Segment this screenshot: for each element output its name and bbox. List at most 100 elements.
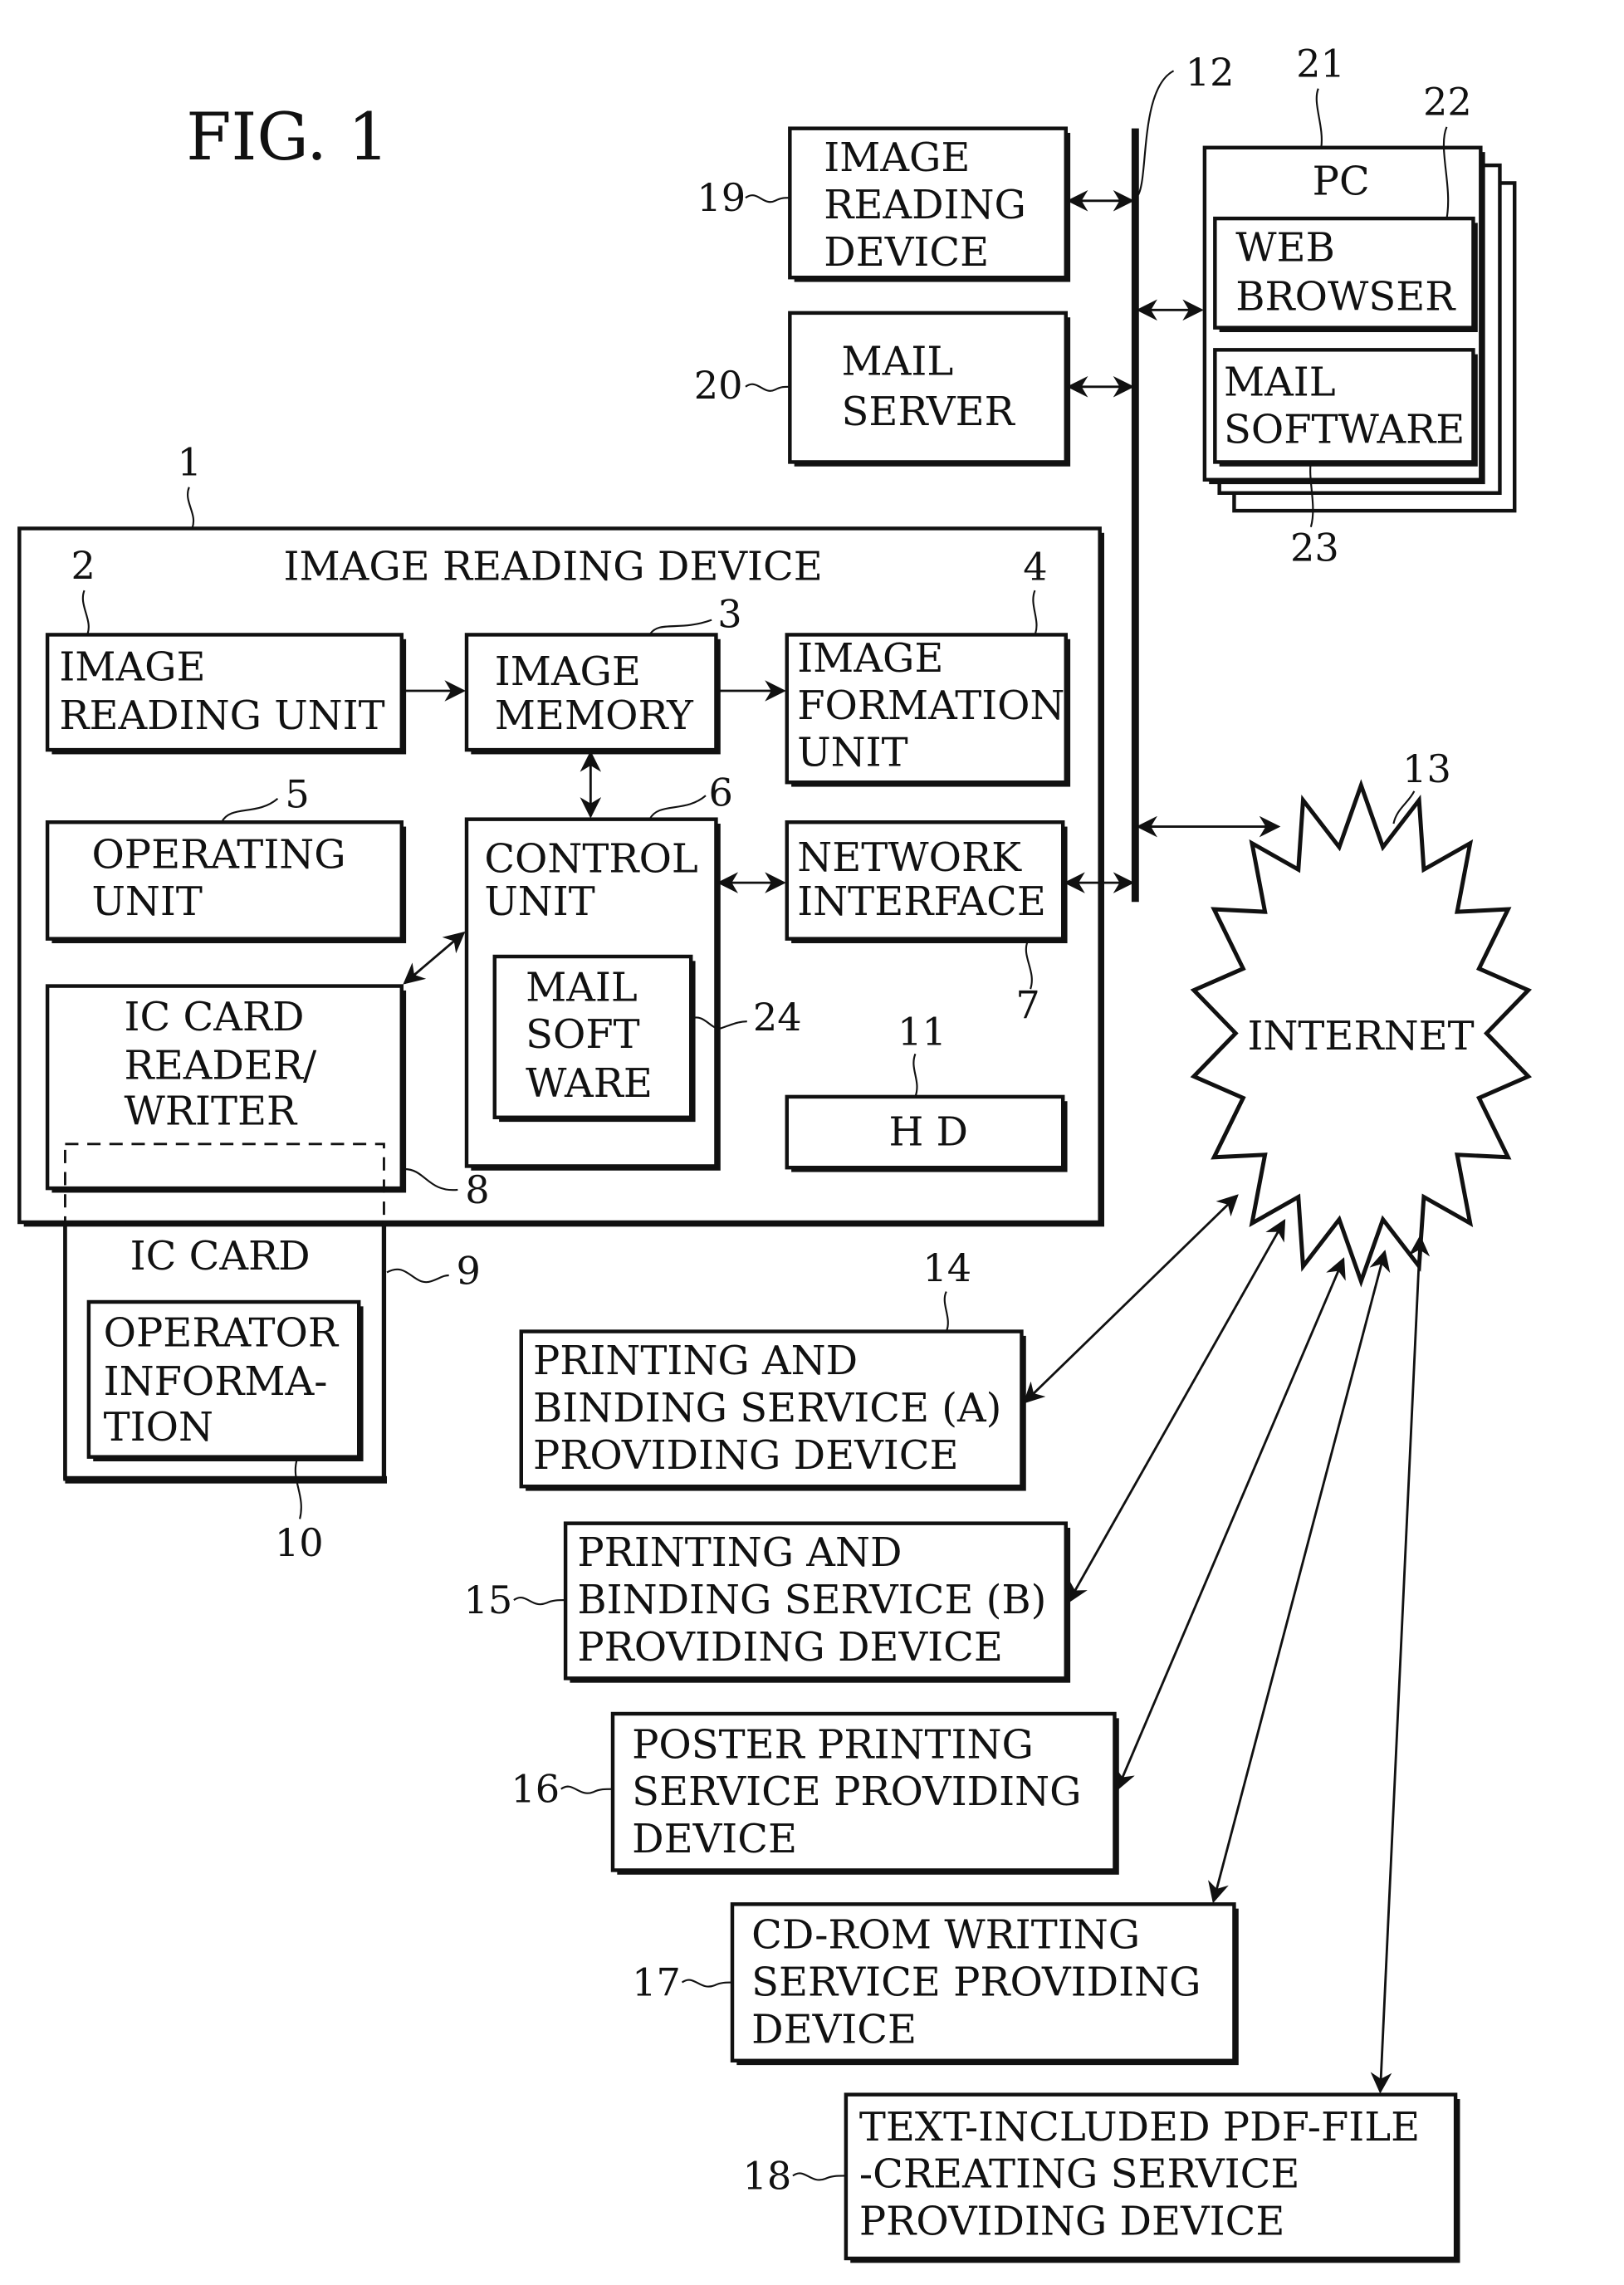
figure-title: FIG. 1 — [186, 100, 389, 175]
control-unit-6: CONTROL UNIT MAIL SOFT WARE — [464, 817, 721, 1171]
ref-16: 16 — [511, 1767, 560, 1812]
service-device-15: PRINTING AND BINDING SERVICE (B) PROVIDI… — [563, 1521, 1071, 1683]
mail-soft-ware-line: MAIL — [526, 964, 638, 1010]
ref-24: 24 — [753, 995, 802, 1040]
service-18-line: -CREATING SERVICE — [859, 2151, 1299, 2198]
service-14-line: PROVIDING DEVICE — [533, 1432, 959, 1479]
pc-stack-21: PC WEB BROWSER MAIL SOFTWARE — [1202, 145, 1517, 513]
operating-unit-5: OPERATING UNIT — [45, 820, 407, 943]
leader-21 — [1315, 88, 1323, 148]
service-device-14: PRINTING AND BINDING SERVICE (A) PROVIDI… — [519, 1329, 1026, 1491]
arrow-15-internet — [1068, 1218, 1286, 1604]
internet-cloud-13: INTERNET — [1190, 779, 1533, 1288]
pc-label: PC — [1313, 159, 1370, 205]
operating-unit-line: UNIT — [91, 878, 202, 925]
service-16-line: SERVICE PROVIDING — [632, 1769, 1081, 1815]
figure-canvas: FIG. 1 12 IMAGE READING DEVICE 1 9 MAIL S… — [17, 41, 1533, 2263]
service-18-line: TEXT-INCLUDED PDF-FILE — [859, 2104, 1420, 2150]
arrow-17-internet — [1208, 1250, 1391, 1904]
leader-9 — [386, 1268, 449, 1284]
device-19-line: IMAGE — [824, 135, 970, 181]
ref-9: 9 — [457, 1249, 481, 1294]
ref-11: 11 — [898, 1010, 947, 1054]
ref-12: 12 — [1186, 50, 1235, 95]
service-17-line: DEVICE — [751, 2006, 917, 2053]
ref-15: 15 — [463, 1578, 512, 1622]
control-unit-line: CONTROL — [484, 836, 697, 883]
leader-19 — [745, 194, 790, 203]
arrow-16-internet — [1115, 1257, 1346, 1792]
image-reading-unit-line: READING UNIT — [59, 692, 384, 739]
leader-20 — [745, 383, 790, 392]
mail-server-line: SERVER — [842, 389, 1016, 435]
leader-17 — [681, 1979, 733, 1988]
operating-unit-line: OPERATING — [91, 831, 345, 878]
image-reading-unit-2: IMAGE READING UNIT — [45, 633, 407, 755]
ic-card-label: IC CARD — [130, 1233, 311, 1280]
ref-18: 18 — [742, 2153, 791, 2198]
image-formation-line: IMAGE — [797, 635, 943, 682]
ic-card-rw-line: IC CARD — [125, 994, 305, 1040]
service-14-line: PRINTING AND — [533, 1338, 858, 1384]
ref-7: 7 — [1015, 983, 1039, 1028]
image-memory-line: MEMORY — [495, 692, 694, 739]
ref-22: 22 — [1423, 80, 1472, 125]
mail-server-line: MAIL — [842, 339, 954, 385]
pc-mail-software-line: SOFTWARE — [1224, 406, 1465, 453]
mail-server-20: MAIL SERVER — [788, 311, 1071, 467]
ref-20: 20 — [694, 363, 743, 408]
ref-4: 4 — [1023, 545, 1047, 590]
leader-18 — [792, 2172, 846, 2181]
hd-label: H D — [888, 1109, 968, 1156]
device-19-line: READING — [824, 182, 1026, 228]
service-device-16: POSTER PRINTING SERVICE PROVIDING DEVICE — [610, 1711, 1119, 1875]
bus-leader — [1137, 70, 1175, 196]
image-reading-unit-line: IMAGE — [59, 644, 205, 691]
pc-mail-software-line: MAIL — [1224, 359, 1336, 405]
network-interface-line: INTERFACE — [797, 878, 1046, 925]
ic-card-reader-writer-8: IC CARD READER/ WRITER — [45, 984, 407, 1193]
control-unit-line: UNIT — [484, 878, 594, 925]
service-15-line: BINDING SERVICE (B) — [577, 1577, 1046, 1623]
mail-soft-ware-line: WARE — [526, 1060, 653, 1107]
image-reading-device-19: IMAGE READING DEVICE — [788, 126, 1071, 282]
network-interface-line: NETWORK — [797, 834, 1022, 881]
ref-3: 3 — [717, 592, 741, 637]
leader-15 — [513, 1597, 566, 1606]
ref-1: 1 — [178, 439, 202, 484]
image-formation-unit-4: IMAGE FORMATION UNIT — [785, 633, 1071, 787]
hard-disk-11: H D — [785, 1094, 1068, 1172]
ref-13: 13 — [1402, 746, 1451, 791]
service-17-line: CD-ROM WRITING — [751, 1912, 1140, 1959]
service-14-line: BINDING SERVICE (A) — [533, 1385, 1001, 1431]
service-device-17: CD-ROM WRITING SERVICE PROVIDING DEVICE — [730, 1902, 1239, 2066]
device-19-line: DEVICE — [824, 229, 989, 276]
leader-14 — [943, 1291, 949, 1332]
service-18-line: PROVIDING DEVICE — [859, 2199, 1285, 2245]
service-15-line: PROVIDING DEVICE — [577, 1624, 1003, 1671]
image-memory-line: IMAGE — [495, 648, 641, 695]
leader-1 — [187, 487, 194, 529]
ref-14: 14 — [922, 1245, 971, 1290]
leader-10 — [294, 1459, 302, 1519]
web-browser-line: BROWSER — [1235, 273, 1456, 320]
internet-label: INTERNET — [1247, 1013, 1474, 1059]
network-interface-7: NETWORK INTERFACE — [785, 820, 1068, 943]
ic-card-rw-line: READER/ — [125, 1043, 318, 1089]
operator-info-line: INFORMA- — [104, 1358, 328, 1405]
leader-16 — [560, 1785, 614, 1794]
device-1-title: IMAGE READING DEVICE — [284, 544, 823, 590]
web-browser-line: WEB — [1235, 225, 1335, 272]
arrow-18-internet — [1370, 1235, 1431, 2094]
ic-card-rw-line: WRITER — [125, 1089, 298, 1135]
ref-10: 10 — [275, 1520, 324, 1565]
ref-23: 23 — [1290, 526, 1339, 570]
ref-17: 17 — [632, 1960, 681, 2005]
service-16-line: DEVICE — [632, 1816, 797, 1862]
image-formation-line: UNIT — [797, 730, 907, 776]
ref-5: 5 — [285, 771, 309, 816]
operator-info-line: OPERATOR — [104, 1309, 340, 1356]
ref-21: 21 — [1296, 41, 1345, 86]
mail-soft-ware-line: SOFT — [526, 1011, 640, 1058]
ref-6: 6 — [709, 771, 733, 815]
